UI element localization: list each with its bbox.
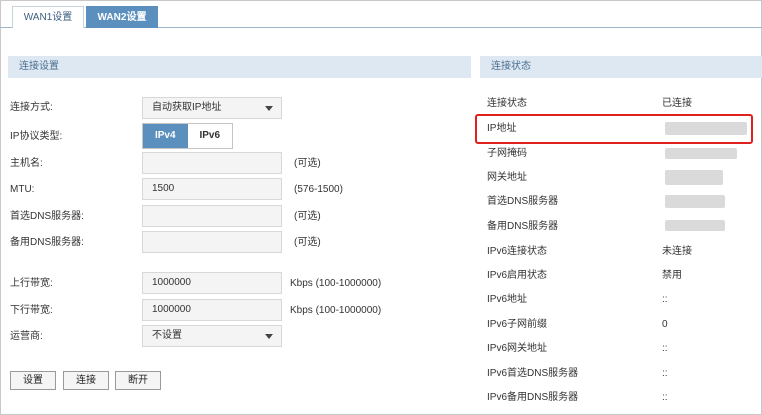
status-label: 备用DNS服务器 <box>487 221 559 232</box>
mtu-label: MTU: <box>10 184 35 195</box>
dns2-hint: (可选) <box>294 237 321 248</box>
upload-hint: Kbps (100-1000000) <box>290 278 382 289</box>
conn-type-select[interactable]: 自动获取IP地址 <box>142 97 282 119</box>
upload-input[interactable]: 1000000 <box>142 272 282 294</box>
isp-select[interactable]: 不设置 <box>142 325 282 347</box>
download-input[interactable]: 1000000 <box>142 299 282 321</box>
status-label: IPv6备用DNS服务器 <box>487 392 579 403</box>
status-value: :: <box>662 343 668 354</box>
ipv4-option[interactable]: IPv4 <box>143 124 188 148</box>
status-label: 首选DNS服务器 <box>487 196 559 207</box>
redacted-dns2 <box>665 220 725 231</box>
dns1-hint: (可选) <box>294 211 321 222</box>
dns1-label: 首选DNS服务器: <box>10 211 84 222</box>
status-label: IPv6连接状态 <box>487 246 548 257</box>
mtu-hint: (576-1500) <box>294 184 343 195</box>
redacted-dns1 <box>665 195 725 208</box>
status-label: 网关地址 <box>487 172 527 183</box>
status-label: IPv6首选DNS服务器 <box>487 368 579 379</box>
conn-type-value: 自动获取IP地址 <box>152 102 222 113</box>
hostname-hint: (可选) <box>294 158 321 169</box>
mtu-input[interactable]: 1500 <box>142 178 282 200</box>
connection-status-header: 连接状态 <box>480 56 762 78</box>
status-label: IPv6地址 <box>487 294 528 305</box>
conn-type-label: 连接方式: <box>10 102 53 113</box>
status-label: IPv6启用状态 <box>487 270 548 281</box>
status-value: 禁用 <box>662 270 682 281</box>
hostname-input[interactable] <box>142 152 282 174</box>
isp-value: 不设置 <box>152 330 182 341</box>
chevron-down-icon <box>265 334 273 339</box>
status-value: 未连接 <box>662 246 692 257</box>
status-value: :: <box>662 392 668 403</box>
tab-bar: WAN1设置 WAN2设置 <box>0 0 762 28</box>
set-button[interactable]: 设置 <box>10 371 56 390</box>
ipv6-option[interactable]: IPv6 <box>187 124 232 148</box>
dns2-input[interactable] <box>142 231 282 253</box>
status-label: 子网掩码 <box>487 148 527 159</box>
disconnect-button[interactable]: 断开 <box>115 371 161 390</box>
connection-settings-header: 连接设置 <box>8 56 471 78</box>
dns2-label: 备用DNS服务器: <box>10 237 84 248</box>
ip-proto-toggle: IPv4 IPv6 <box>142 123 233 149</box>
tab-wan1[interactable]: WAN1设置 <box>12 6 84 28</box>
dns1-input[interactable] <box>142 205 282 227</box>
hostname-label: 主机名: <box>10 158 43 169</box>
upload-label: 上行带宽: <box>10 278 53 289</box>
chevron-down-icon <box>265 106 273 111</box>
isp-label: 运营商: <box>10 331 43 342</box>
tab-wan2[interactable]: WAN2设置 <box>86 6 158 28</box>
status-value: 已连接 <box>662 98 692 109</box>
status-label: IPv6子网前缀 <box>487 319 548 330</box>
redacted-mask <box>665 148 737 159</box>
status-label: IPv6网关地址 <box>487 343 548 354</box>
redacted-gateway <box>665 170 723 185</box>
ip-proto-label: IP协议类型: <box>10 131 63 142</box>
download-hint: Kbps (100-1000000) <box>290 305 382 316</box>
download-label: 下行带宽: <box>10 305 53 316</box>
status-label: 连接状态 <box>487 98 527 109</box>
status-value: :: <box>662 368 668 379</box>
status-value: 0 <box>662 319 668 330</box>
connect-button[interactable]: 连接 <box>63 371 109 390</box>
status-value: :: <box>662 294 668 305</box>
ip-address-highlight <box>475 114 753 144</box>
